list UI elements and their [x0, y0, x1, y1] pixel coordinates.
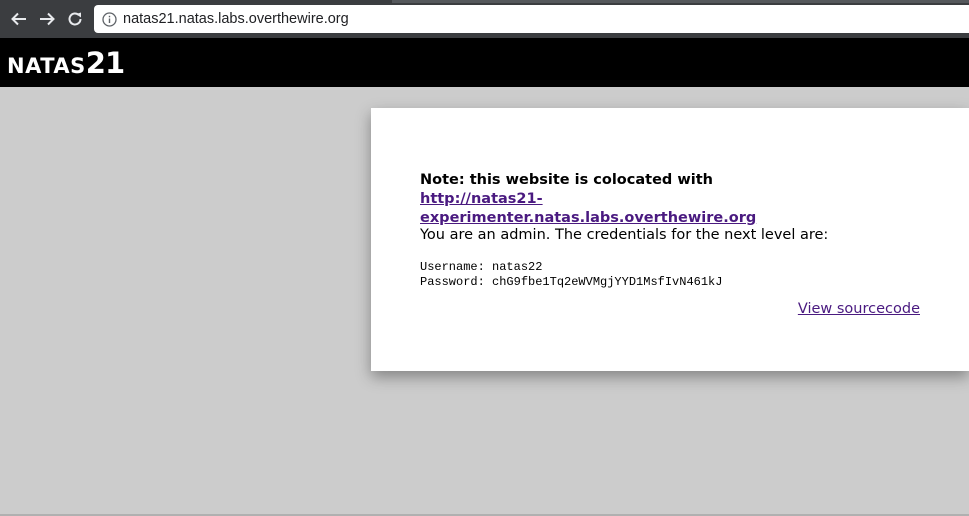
- reload-icon: [68, 12, 82, 26]
- url-text: natas21.natas.labs.overthewire.org: [123, 11, 349, 27]
- back-button[interactable]: [8, 8, 30, 30]
- forward-arrow-icon: [40, 12, 55, 26]
- forward-button[interactable]: [36, 8, 58, 30]
- admin-message: You are an admin. The credentials for th…: [420, 227, 829, 243]
- back-arrow-icon: [11, 12, 26, 26]
- experimenter-link[interactable]: http://natas21-experimenter.natas.labs.o…: [420, 191, 756, 226]
- address-bar[interactable]: natas21.natas.labs.overthewire.org: [94, 5, 969, 33]
- username-value: natas22: [492, 260, 543, 274]
- site-title-prefix: NATAS: [7, 54, 86, 78]
- password-label: Password:: [420, 275, 493, 289]
- password-value: chG9fbe1Tq2eWVMgjYYD1MsfIvN461kJ: [492, 275, 723, 289]
- view-sourcecode-link[interactable]: View sourcecode: [798, 301, 920, 317]
- tab-strip: [392, 0, 969, 3]
- note-label: Note: this website is colocated with: [420, 172, 713, 188]
- site-header: NATAS21: [0, 38, 969, 87]
- browser-toolbar: natas21.natas.labs.overthewire.org: [0, 0, 969, 38]
- credentials-block: Username: natas22 Password: chG9fbe1Tq2e…: [420, 260, 722, 290]
- username-label: Username:: [420, 260, 493, 274]
- site-title-number: 21: [85, 46, 125, 80]
- site-title: NATAS21: [7, 46, 125, 80]
- info-icon[interactable]: [101, 11, 117, 27]
- content-card: Note: this website is colocated with htt…: [371, 108, 969, 371]
- colocation-note: Note: this website is colocated with htt…: [420, 171, 820, 228]
- reload-button[interactable]: [64, 8, 86, 30]
